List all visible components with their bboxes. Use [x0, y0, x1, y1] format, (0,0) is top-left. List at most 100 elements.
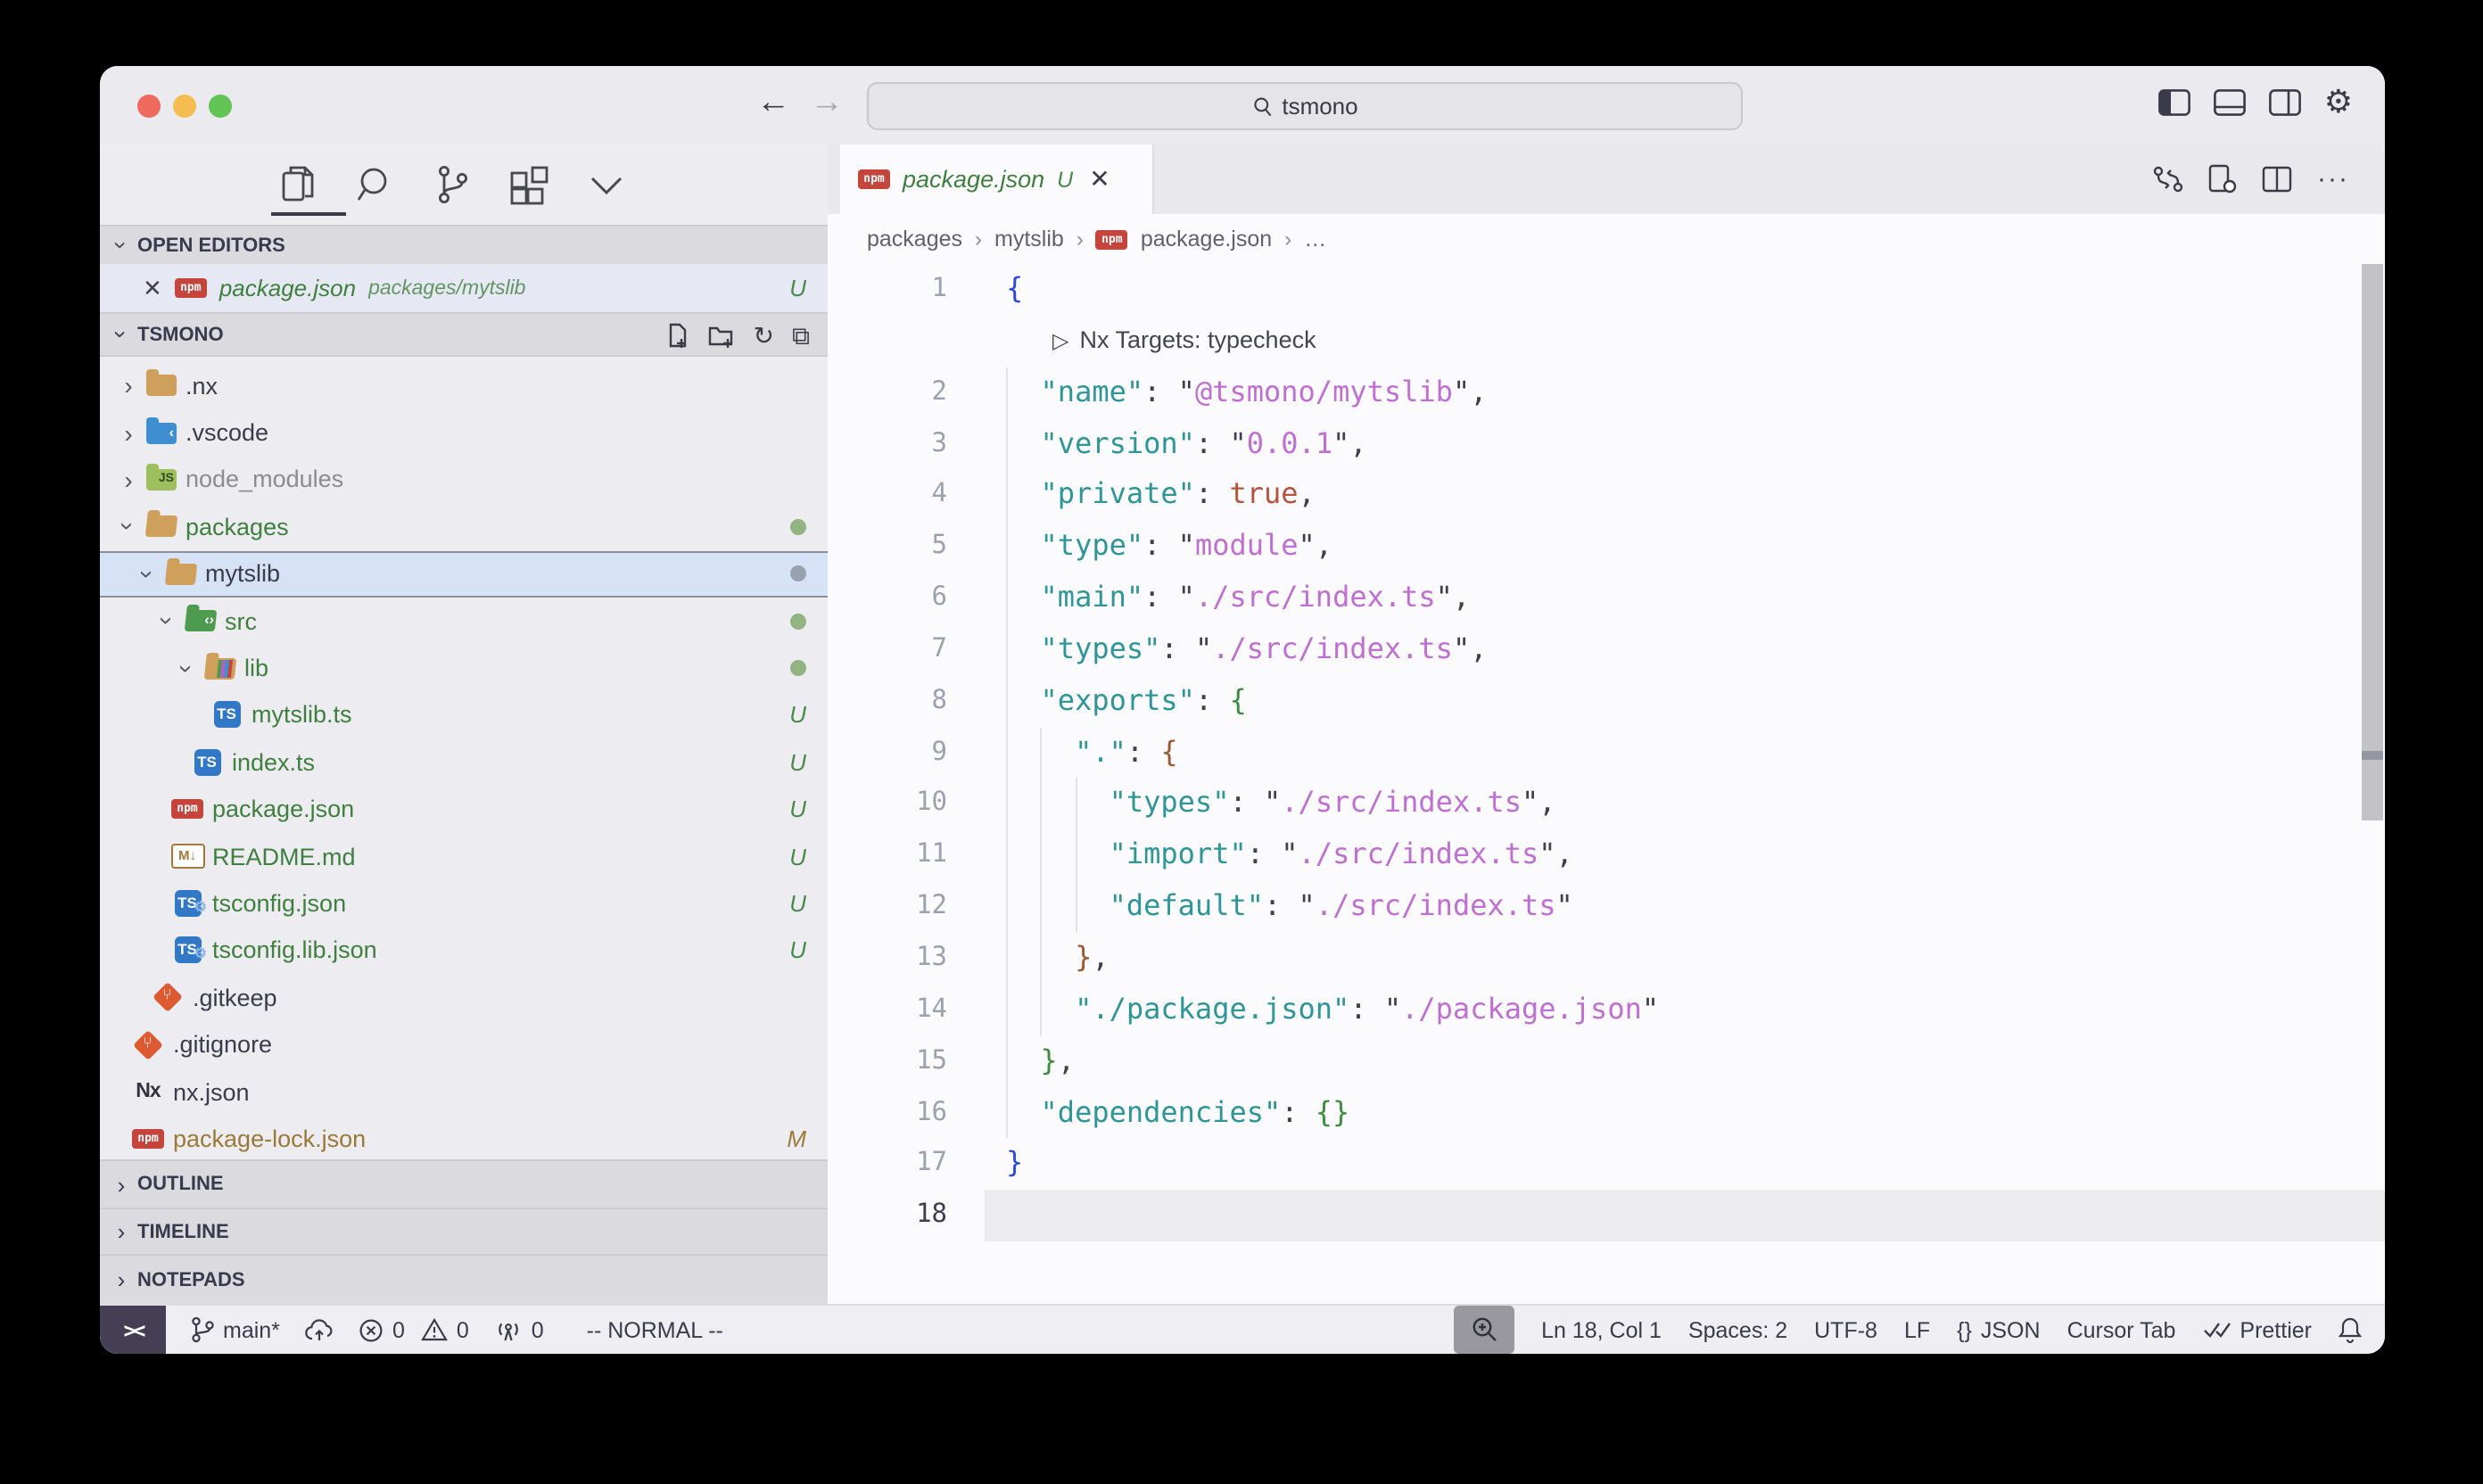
notepads-section-header[interactable]: › NOTEPADS	[100, 1257, 828, 1304]
tree-item-node-modules[interactable]: ›JSnode_modules	[100, 457, 828, 504]
code-line-10[interactable]: 10"types": "./src/index.ts",	[828, 779, 2385, 830]
tree-item-tsconfig-lib-json[interactable]: TStsconfig.lib.jsonU	[100, 927, 828, 974]
eol-sequence[interactable]: LF	[1904, 1317, 1930, 1342]
code-line-17[interactable]: 17}	[828, 1139, 2385, 1191]
tree-item-index-ts[interactable]: TSindex.tsU	[100, 738, 828, 786]
line-number: 6	[828, 573, 947, 624]
tree-item-mytslib[interactable]: ›mytslib	[100, 550, 828, 598]
run-triangle-icon[interactable]: ▷	[1052, 328, 1068, 353]
code-line-6[interactable]: 6"main": "./src/index.ts",	[828, 573, 2385, 624]
tree-item--nx[interactable]: ›.nx	[100, 362, 828, 409]
code-text: "exports": {	[1041, 676, 1247, 728]
explorer-section-header[interactable]: › TSMONO ↻ ⧉	[100, 312, 828, 357]
encoding[interactable]: UTF-8	[1814, 1317, 1877, 1342]
typescript-icon: TS	[194, 749, 220, 776]
breadcrumb-item[interactable]: packages	[867, 227, 962, 251]
indentation[interactable]: Spaces: 2	[1688, 1317, 1787, 1342]
problems-indicator[interactable]: 0 0	[359, 1317, 469, 1342]
more-actions-icon[interactable]: ···	[2317, 164, 2349, 194]
code-editor[interactable]: 1{ ▷ Nx Targets: typecheck 2"name": "@tsmon…	[828, 264, 2385, 1304]
breadcrumb-item[interactable]: package.json	[1141, 227, 1272, 251]
close-icon[interactable]: ✕	[143, 274, 162, 302]
tree-item-packages[interactable]: ›packages	[100, 503, 828, 550]
tree-item-src[interactable]: ›‹›src	[100, 598, 828, 645]
chevron-down-icon[interactable]	[585, 163, 628, 206]
open-preview-icon[interactable]	[2208, 164, 2237, 194]
tab-package-json[interactable]: npm package.json U ✕	[840, 144, 1154, 214]
formatter-indicator[interactable]: Prettier	[2202, 1317, 2312, 1342]
collapse-all-icon[interactable]: ⧉	[792, 322, 810, 347]
refresh-icon[interactable]: ↻	[754, 322, 774, 347]
tree-item-package-lock-json[interactable]: npmpackage-lock.jsonM	[100, 1116, 828, 1160]
tree-item-lib[interactable]: ›lib	[100, 645, 828, 692]
close-icon[interactable]: ✕	[1089, 164, 1110, 194]
code-line-9[interactable]: 9".": {	[828, 727, 2385, 779]
breadcrumb-item[interactable]: mytslib	[994, 227, 1064, 251]
notifications-bell-icon[interactable]	[2339, 1316, 2362, 1343]
settings-gear-icon[interactable]: ⚙	[2324, 86, 2353, 118]
git-status-badge: U	[789, 890, 806, 917]
broadcast-indicator[interactable]: 0	[494, 1317, 544, 1342]
status-bar: >< main* 0 0 0 -- NORMAL --	[100, 1304, 2385, 1354]
tree-item--vscode[interactable]: ›‹.vscode	[100, 409, 828, 457]
new-folder-icon[interactable]	[709, 322, 736, 347]
new-file-icon[interactable]	[666, 322, 691, 347]
zoom-indicator[interactable]	[1454, 1306, 1514, 1354]
code-line-15[interactable]: 15},	[828, 1035, 2385, 1087]
code-line-4[interactable]: 4"private": true,	[828, 470, 2385, 522]
codelens-nx-targets[interactable]: ▷ Nx Targets: typecheck	[828, 316, 2385, 367]
explorer-icon[interactable]	[278, 163, 321, 206]
code-line-16[interactable]: 16"dependencies": {}	[828, 1087, 2385, 1139]
code-line-13[interactable]: 13},	[828, 933, 2385, 985]
forward-arrow-icon[interactable]: →	[810, 78, 844, 128]
minimize-traffic-light[interactable]	[173, 95, 196, 118]
code-line-5[interactable]: 5"type": "module",	[828, 521, 2385, 573]
code-text: "type": "module",	[1041, 521, 1333, 573]
tree-item-package-json[interactable]: npmpackage.jsonU	[100, 786, 828, 833]
search-icon[interactable]	[355, 163, 398, 206]
command-center-search[interactable]: tsmono	[867, 82, 1743, 130]
close-traffic-light[interactable]	[137, 95, 161, 118]
toggle-panel-icon[interactable]	[2214, 88, 2246, 115]
npm-icon: npm	[1096, 229, 1128, 249]
branch-indicator[interactable]: main*	[191, 1316, 280, 1343]
toggle-secondary-sidebar-icon[interactable]	[2269, 88, 2301, 115]
tree-item-tsconfig-json[interactable]: TStsconfig.jsonU	[100, 880, 828, 928]
codelens-label[interactable]: Nx Targets: typecheck	[1079, 326, 1316, 353]
code-line-7[interactable]: 7"types": "./src/index.ts",	[828, 624, 2385, 676]
tree-item-mytslib-ts[interactable]: TSmytslib.tsU	[100, 691, 828, 738]
code-text: "types": "./src/index.ts",	[1110, 779, 1556, 830]
outline-section-header[interactable]: › OUTLINE	[100, 1161, 828, 1208]
back-arrow-icon[interactable]: ←	[756, 78, 790, 128]
code-line-8[interactable]: 8"exports": {	[828, 676, 2385, 728]
code-line-2[interactable]: 2"name": "@tsmono/mytslib",	[828, 367, 2385, 418]
code-line-18[interactable]: 18	[828, 1190, 2385, 1241]
extensions-icon[interactable]	[508, 163, 551, 206]
code-line-1[interactable]: 1{	[828, 264, 2385, 316]
tree-item--gitkeep[interactable]: .gitkeep	[100, 974, 828, 1021]
open-editors-header[interactable]: › OPEN EDITORS	[100, 225, 828, 264]
language-mode[interactable]: {} JSON	[1957, 1317, 2040, 1342]
code-line-14[interactable]: 14"./package.json": "./package.json"	[828, 985, 2385, 1036]
toggle-sidebar-icon[interactable]	[2158, 88, 2190, 115]
zoom-traffic-light[interactable]	[209, 95, 232, 118]
tree-item-nx-json[interactable]: Nxnx.json	[100, 1068, 828, 1116]
cursor-tab-indicator[interactable]: Cursor Tab	[2067, 1317, 2176, 1342]
tree-item-readme-md[interactable]: M↓README.mdU	[100, 833, 828, 880]
line-number: 2	[828, 367, 947, 418]
source-control-icon[interactable]	[432, 163, 474, 206]
split-editor-icon[interactable]	[2262, 166, 2292, 193]
indent-guide	[1006, 881, 1008, 933]
sync-indicator[interactable]	[305, 1318, 334, 1341]
breadcrumb-item[interactable]: …	[1304, 227, 1326, 251]
vim-mode-indicator[interactable]: -- NORMAL --	[587, 1317, 723, 1342]
open-changes-icon[interactable]	[2153, 164, 2183, 194]
code-line-11[interactable]: 11"import": "./src/index.ts",	[828, 830, 2385, 882]
remote-indicator[interactable]: ><	[100, 1306, 166, 1354]
open-editor-item[interactable]: ✕ npm package.json packages/mytslib U	[100, 264, 828, 312]
code-line-3[interactable]: 3"version": "0.0.1",	[828, 418, 2385, 470]
code-line-12[interactable]: 12"default": "./src/index.ts"	[828, 881, 2385, 933]
cursor-position[interactable]: Ln 18, Col 1	[1541, 1317, 1662, 1342]
tree-item--gitignore[interactable]: .gitignore	[100, 1021, 828, 1068]
timeline-section-header[interactable]: › TIMELINE	[100, 1209, 828, 1257]
